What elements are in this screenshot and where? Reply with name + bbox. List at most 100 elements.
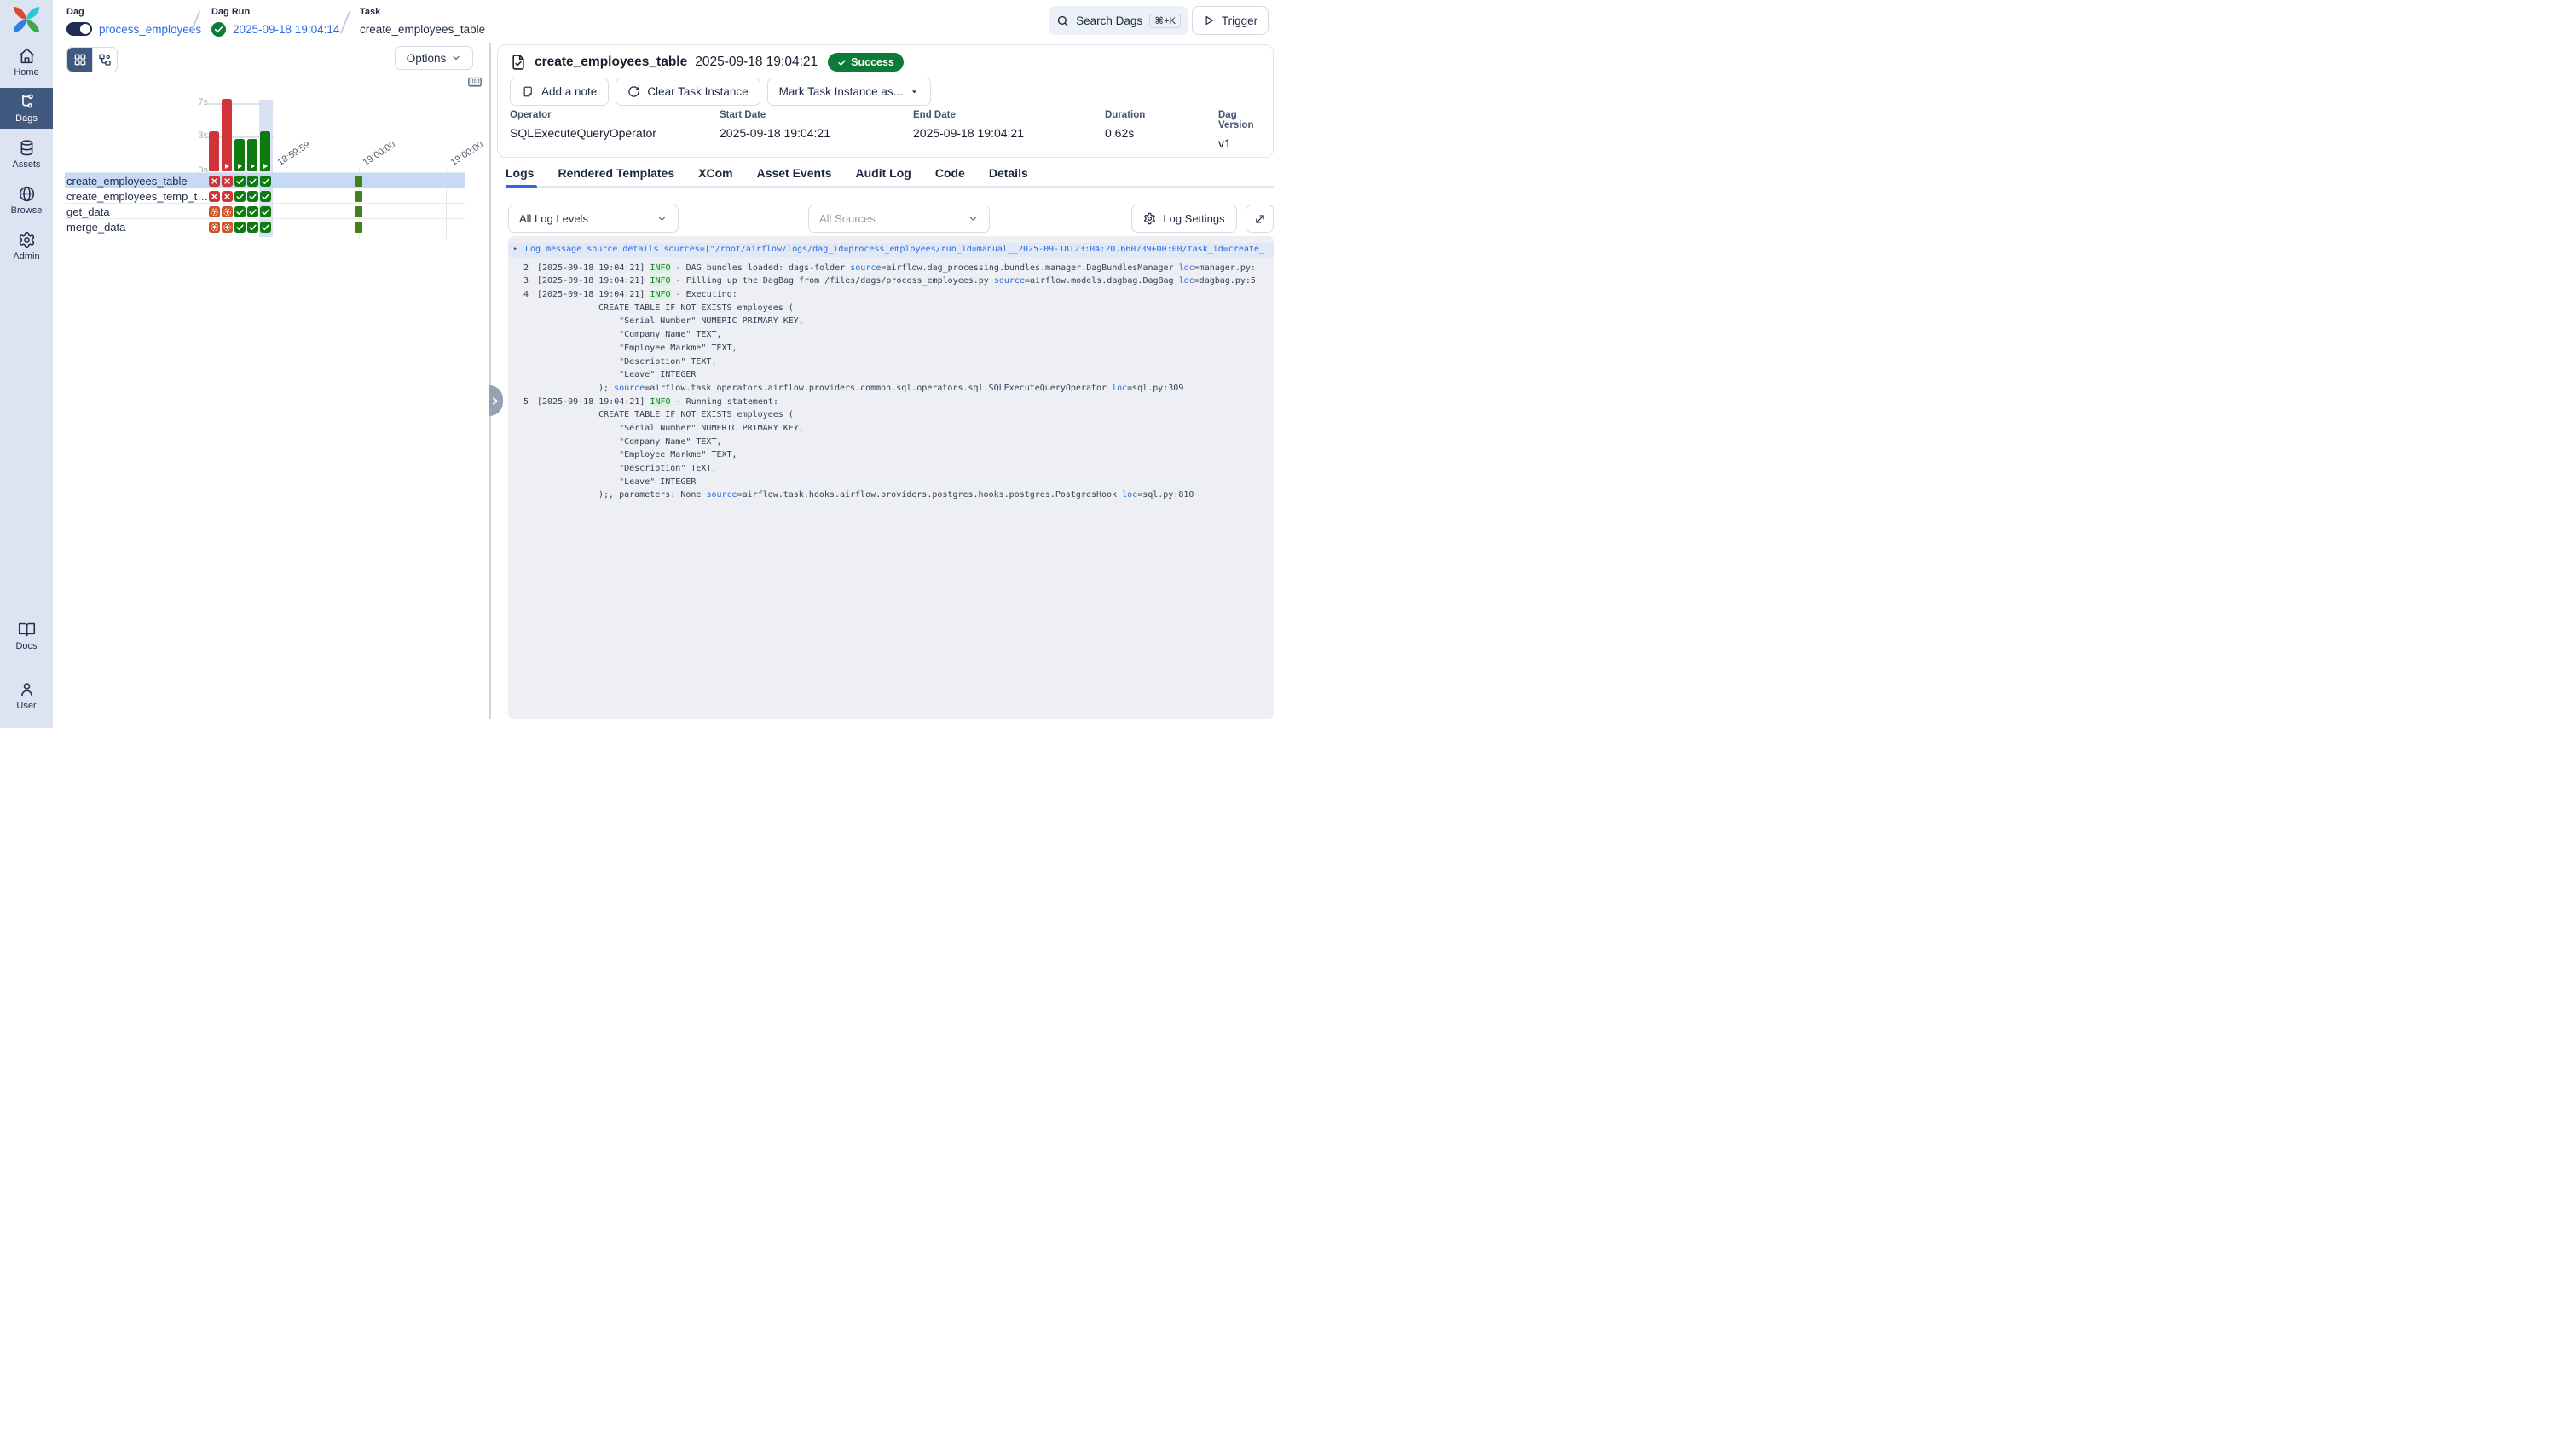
run-status-success-icon[interactable]	[247, 176, 258, 187]
log-link[interactable]: loc	[1179, 263, 1194, 273]
run-status-success-icon[interactable]	[247, 191, 258, 202]
tab-audit-log[interactable]: Audit Log	[856, 166, 911, 180]
meta-label: End Date	[913, 110, 1024, 120]
log-link[interactable]: source	[850, 263, 881, 273]
sidebar-item-label: Home	[14, 67, 38, 78]
run-status-success-icon[interactable]	[234, 222, 246, 233]
run-status-failed-icon[interactable]	[209, 176, 220, 187]
task-run-states	[209, 206, 271, 217]
run-status-upstream_failed-icon[interactable]	[222, 206, 233, 217]
keyboard-shortcuts-icon[interactable]	[467, 74, 483, 87]
log-text: [2025-09-18 19:04:21]	[537, 290, 650, 299]
sidebar-item-browse[interactable]: Browse	[0, 180, 53, 221]
run-status-success-icon[interactable]	[247, 222, 258, 233]
log-line-content: );, parameters: None source=airflow.task…	[537, 488, 1194, 502]
options-button[interactable]: Options	[395, 46, 473, 70]
run-duration-bar[interactable]	[209, 131, 219, 171]
run-duration-bar[interactable]	[222, 99, 232, 171]
log-text: =dagbag.py:5	[1194, 276, 1256, 286]
log-line-number: 4	[508, 288, 529, 302]
sidebar-item-home[interactable]: Home	[0, 42, 53, 83]
clear-task-instance-button[interactable]: Clear Task Instance	[616, 78, 760, 106]
sidebar: Home Dags Assets Browse Admin Docs User	[0, 0, 53, 728]
grid-view-button[interactable]	[67, 48, 92, 72]
log-link[interactable]: loc	[1122, 490, 1137, 500]
graph-view-button[interactable]	[92, 48, 117, 72]
mark-task-instance-as-button[interactable]: Mark Task Instance as...	[767, 78, 931, 106]
tab-details[interactable]: Details	[989, 166, 1028, 180]
task-row[interactable]: create_employees_table	[65, 172, 465, 188]
log-source-filter[interactable]: All Sources	[808, 205, 990, 233]
gantt-duration-bar[interactable]	[355, 222, 362, 233]
task-row[interactable]: merge_data	[65, 218, 465, 234]
log-line: "Leave" INTEGER	[508, 476, 1274, 489]
task-name[interactable]: create_employees_temp_t…	[66, 190, 208, 203]
sidebar-item-assets[interactable]: Assets	[0, 134, 53, 175]
log-link[interactable]: source	[614, 384, 645, 393]
run-status-success-icon[interactable]	[234, 206, 246, 217]
run-status-success-icon[interactable]	[260, 176, 271, 187]
admin-gear-icon	[18, 231, 36, 249]
add-note-button[interactable]: Add a note	[510, 78, 609, 106]
run-status-success-icon[interactable]	[260, 222, 271, 233]
log-settings-button[interactable]: Log Settings	[1131, 205, 1237, 233]
tab-xcom[interactable]: XCom	[698, 166, 732, 180]
log-output[interactable]: ▸Log message source details sources=["/r…	[508, 236, 1274, 719]
log-text: - Running statement:	[671, 397, 778, 407]
sidebar-item-docs[interactable]: Docs	[0, 615, 53, 656]
run-status-upstream_failed-icon[interactable]	[209, 222, 220, 233]
run-status-failed-icon[interactable]	[209, 191, 220, 202]
run-status-failed-icon[interactable]	[222, 191, 233, 202]
task-row[interactable]: create_employees_temp_t…	[65, 188, 465, 203]
fullscreen-logs-button[interactable]	[1246, 205, 1274, 233]
sidebar-item-label: User	[16, 701, 36, 711]
run-status-success-icon[interactable]	[260, 206, 271, 217]
log-line-content: "Leave" INTEGER	[537, 368, 696, 382]
sidebar-item-label: Assets	[12, 159, 40, 170]
task-name[interactable]: create_employees_table	[66, 175, 188, 188]
run-status-failed-icon[interactable]	[222, 176, 233, 187]
browse-icon	[18, 185, 36, 203]
chevron-down-icon	[451, 53, 461, 63]
run-status-success-icon[interactable]	[260, 191, 271, 202]
gantt-duration-bar[interactable]	[355, 191, 362, 202]
panel-divider[interactable]	[489, 43, 491, 719]
run-status-upstream_failed-icon[interactable]	[209, 206, 220, 217]
task-name[interactable]: merge_data	[66, 221, 125, 234]
log-collapse-toggle[interactable]: ▸	[513, 243, 522, 257]
sidebar-item-user[interactable]: User	[0, 675, 53, 716]
airflow-logo[interactable]	[11, 4, 42, 35]
view-toggle	[66, 47, 118, 72]
run-duration-bar[interactable]	[247, 139, 257, 171]
run-status-upstream_failed-icon[interactable]	[222, 222, 233, 233]
log-line: "Serial Number" NUMERIC PRIMARY KEY,	[508, 315, 1274, 328]
run-status-success-icon[interactable]	[234, 176, 246, 187]
run-status-success-icon[interactable]	[247, 206, 258, 217]
tab-asset-events[interactable]: Asset Events	[757, 166, 832, 180]
tab-rendered-templates[interactable]: Rendered Templates	[558, 166, 674, 180]
log-line: "Leave" INTEGER	[508, 368, 1274, 382]
run-duration-bar[interactable]	[260, 131, 270, 171]
log-text: "Employee Markme" TEXT,	[598, 344, 737, 353]
log-link[interactable]: loc	[1179, 276, 1194, 286]
tab-logs[interactable]: Logs	[506, 166, 534, 180]
log-line-content: [2025-09-18 19:04:21] INFO - Running sta…	[537, 396, 778, 409]
sidebar-item-admin[interactable]: Admin	[0, 226, 53, 267]
gantt-duration-bar[interactable]	[355, 206, 362, 217]
chevron-down-icon	[968, 213, 979, 224]
gantt-duration-bar[interactable]	[355, 176, 362, 187]
log-link[interactable]: source	[706, 490, 737, 500]
log-link[interactable]: source	[994, 276, 1025, 286]
log-link[interactable]: loc	[1112, 384, 1127, 393]
run-duration-bar[interactable]	[234, 139, 245, 171]
sidebar-item-dags[interactable]: Dags	[0, 88, 53, 129]
tab-code[interactable]: Code	[935, 166, 965, 180]
task-run-states	[209, 191, 271, 202]
log-line-content: CREATE TABLE IF NOT EXISTS employees (	[537, 302, 794, 315]
log-text: =airflow.task.operators.airflow.provider…	[645, 384, 1112, 393]
log-level-filter[interactable]: All Log Levels	[508, 205, 679, 233]
task-name[interactable]: get_data	[66, 205, 110, 218]
task-run-states	[209, 222, 271, 233]
run-status-success-icon[interactable]	[234, 191, 246, 202]
task-row[interactable]: get_data	[65, 203, 465, 218]
